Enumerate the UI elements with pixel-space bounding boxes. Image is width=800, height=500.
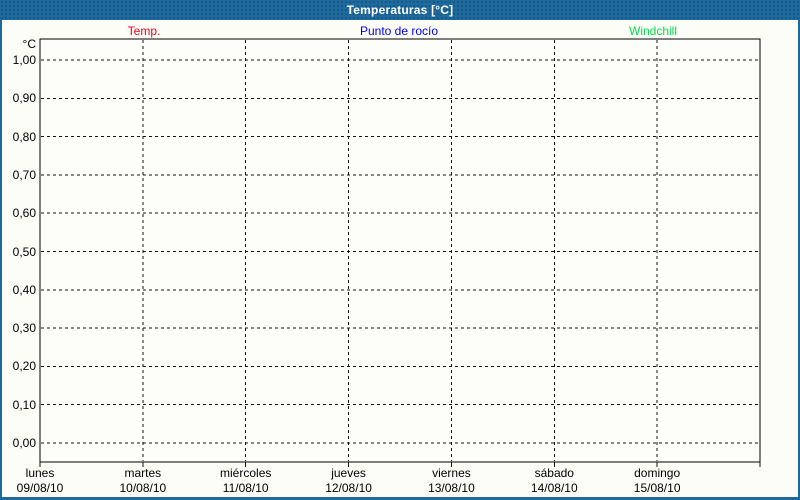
- y-tick-label: 0,80: [4, 130, 36, 144]
- y-tick-label: 0,40: [4, 283, 36, 297]
- x-date-label: 12/08/10: [325, 481, 372, 495]
- x-day-label: sábado: [535, 466, 574, 480]
- y-tick-label: 0,70: [4, 168, 36, 182]
- chart-window: Temperaturas [°C] Temp. Punto de rocío W…: [0, 0, 800, 500]
- y-tick-label: 0,30: [4, 321, 36, 335]
- y-tick-label: 0,20: [4, 359, 36, 373]
- y-tick-label: 0,00: [4, 436, 36, 450]
- x-date-label: 09/08/10: [17, 481, 64, 495]
- y-tick-label: 0,90: [4, 91, 36, 105]
- chart-panel: Temp. Punto de rocío Windchill °C 1,000,…: [0, 20, 800, 500]
- x-day-label: domingo: [634, 466, 680, 480]
- window-titlebar: Temperaturas [°C]: [0, 0, 800, 20]
- y-tick-label: 0,50: [4, 245, 36, 259]
- x-date-label: 15/08/10: [634, 481, 681, 495]
- plot-frame: [40, 39, 760, 462]
- y-tick-label: 0,10: [4, 398, 36, 412]
- x-day-label: viernes: [432, 466, 471, 480]
- y-tick-label: 0,60: [4, 206, 36, 220]
- x-day-label: lunes: [26, 466, 55, 480]
- x-day-label: jueves: [331, 466, 366, 480]
- y-tick-label: 1,00: [4, 53, 36, 67]
- x-date-label: 14/08/10: [531, 481, 578, 495]
- x-day-label: martes: [125, 466, 162, 480]
- window-title: Temperaturas [°C]: [347, 3, 454, 17]
- x-day-label: miércoles: [220, 466, 271, 480]
- plot-area: [2, 20, 798, 497]
- x-date-label: 11/08/10: [223, 481, 269, 495]
- x-date-label: 13/08/10: [428, 481, 475, 495]
- x-date-label: 10/08/10: [119, 481, 166, 495]
